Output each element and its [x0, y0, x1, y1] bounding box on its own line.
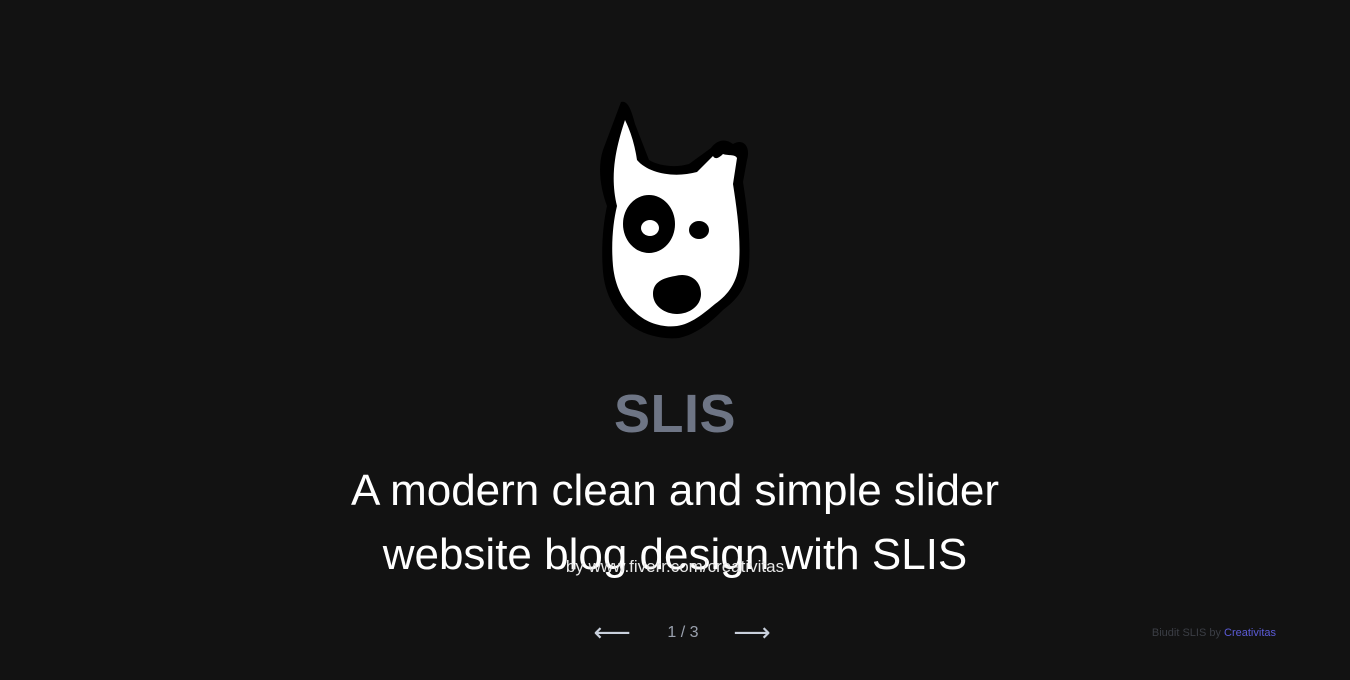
arrow-right-icon: ⟶	[733, 618, 771, 648]
brand-title: SLIS	[613, 384, 737, 445]
slide: SLIS A modern clean and simple slider we…	[0, 0, 1350, 680]
slide-byline: by www.fiverr.com/creativitas	[565, 557, 785, 576]
previous-slide-button[interactable]: ⟵	[592, 616, 632, 650]
arrow-left-icon: ⟵	[593, 618, 631, 648]
credit-text: Biudit SLIS by	[1151, 627, 1221, 639]
footer-credit: Biudit SLIS by Creativitas	[1152, 626, 1276, 640]
next-slide-button[interactable]: ⟶	[732, 616, 772, 650]
creativitas-link[interactable]: Creativitas	[1224, 627, 1276, 639]
dog-logo-icon	[597, 98, 753, 340]
slide-counter: 1 / 3	[667, 624, 699, 641]
slider-navigation: ⟵ 1 / 3 ⟶	[590, 616, 770, 650]
